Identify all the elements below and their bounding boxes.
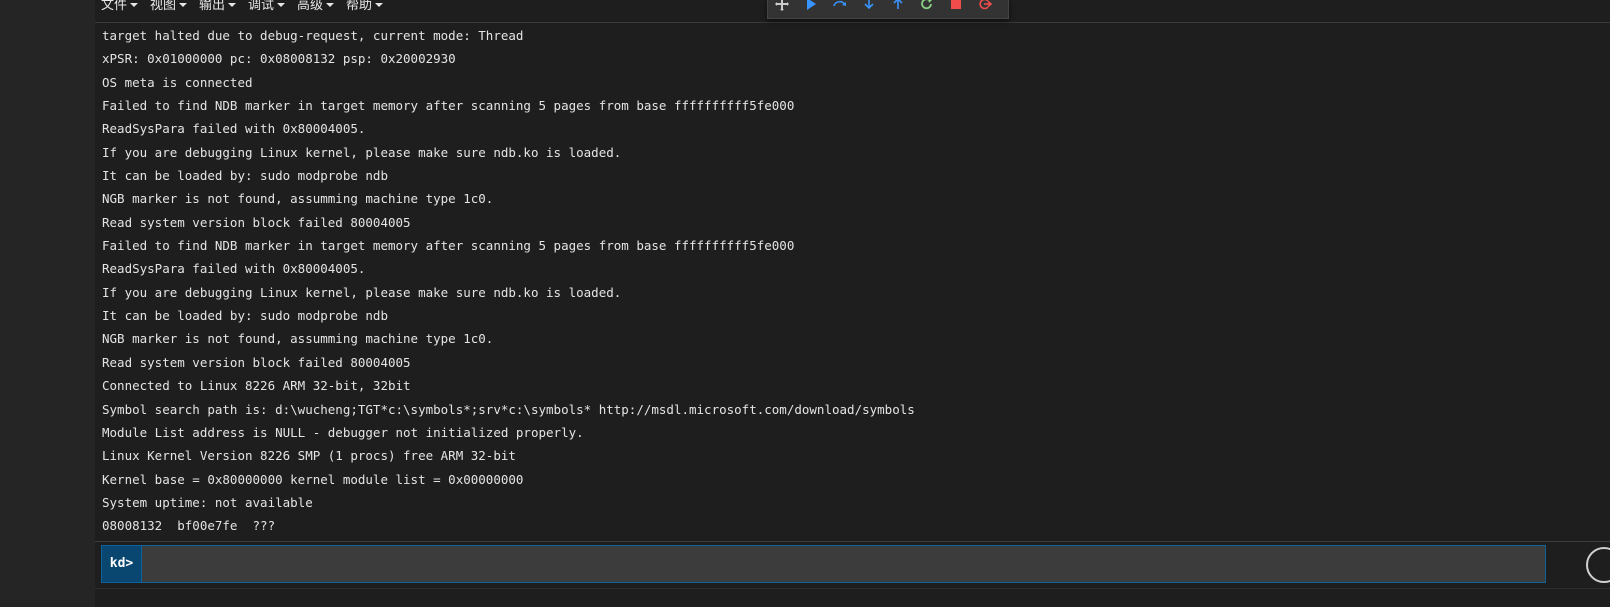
output-line: Failed to find NDB marker in target memo… [102, 238, 795, 254]
menu-advanced[interactable]: 高级 [297, 0, 335, 14]
stop-icon[interactable] [947, 0, 965, 14]
divider [95, 541, 1610, 542]
chevron-down-icon [277, 3, 286, 7]
output-line: It can be loaded by: sudo modprobe ndb [102, 168, 388, 184]
chevron-down-icon [375, 3, 384, 7]
output-line: target halted due to debug-request, curr… [102, 28, 524, 43]
debugger-window: 文件 视图 输出 调试 高级 帮助 target halted due to d… [95, 0, 1610, 607]
menu-output-label: 输出 [199, 0, 226, 13]
chevron-down-icon [326, 3, 335, 7]
step-over-icon[interactable] [831, 0, 849, 14]
output-line: Linux Kernel Version 8226 SMP (1 procs) … [102, 448, 516, 464]
command-prompt: kd> [102, 546, 142, 582]
menu-file-label: 文件 [101, 0, 128, 13]
disconnect-icon[interactable] [976, 0, 994, 14]
output-line: NGB marker is not found, assumming machi… [102, 331, 494, 347]
debug-toolbar [767, 0, 1009, 19]
output-line: Symbol search path is: d:\wucheng;TGT*c:… [102, 401, 915, 417]
command-input[interactable] [142, 546, 1542, 582]
menu-view[interactable]: 视图 [150, 0, 188, 14]
move-handle-icon[interactable] [773, 0, 791, 14]
step-out-icon[interactable] [889, 0, 907, 14]
output-console: target halted due to debug-request, curr… [102, 27, 1602, 541]
menu-output[interactable]: 输出 [199, 0, 237, 14]
menu-debug-label: 调试 [248, 0, 275, 13]
output-line: Connected to Linux 8226 ARM 32-bit, 32bi… [102, 378, 411, 394]
output-line: ReadSysPara failed with 0x80004005. [102, 261, 366, 277]
chevron-down-icon [130, 3, 139, 7]
left-panel [0, 0, 95, 607]
circle-button-icon[interactable] [1586, 547, 1610, 583]
output-line: If you are debugging Linux kernel, pleas… [102, 284, 622, 300]
divider [95, 588, 1610, 589]
output-line: If you are debugging Linux kernel, pleas… [102, 144, 622, 160]
restart-icon[interactable] [918, 0, 936, 14]
command-bar: kd> [101, 545, 1546, 583]
output-line: Read system version block failed 8000400… [102, 354, 411, 370]
output-line: OS meta is connected [102, 74, 253, 90]
menu-view-label: 视图 [150, 0, 177, 13]
step-into-icon[interactable] [860, 0, 878, 14]
menu-file[interactable]: 文件 [101, 0, 139, 14]
chevron-down-icon [179, 3, 188, 7]
output-line: It can be loaded by: sudo modprobe ndb [102, 308, 388, 324]
output-line: System uptime: not available [102, 494, 313, 510]
output-line: Kernel base = 0x80000000 kernel module l… [102, 471, 524, 487]
output-line: Failed to find NDB marker in target memo… [102, 98, 795, 114]
chevron-down-icon [228, 3, 237, 7]
menu-debug[interactable]: 调试 [248, 0, 286, 14]
menu-advanced-label: 高级 [297, 0, 324, 13]
output-line: xPSR: 0x01000000 pc: 0x08008132 psp: 0x2… [102, 51, 456, 67]
output-line: Module List address is NULL - debugger n… [102, 424, 584, 440]
output-line: 08008132 bf00e7fe ??? [102, 518, 276, 534]
output-line: NGB marker is not found, assumming machi… [102, 191, 494, 207]
output-line: Read system version block failed 8000400… [102, 214, 411, 230]
continue-icon[interactable] [802, 0, 820, 14]
output-line: ReadSysPara failed with 0x80004005. [102, 121, 366, 137]
menu-help[interactable]: 帮助 [346, 0, 384, 14]
menu-help-label: 帮助 [346, 0, 373, 13]
